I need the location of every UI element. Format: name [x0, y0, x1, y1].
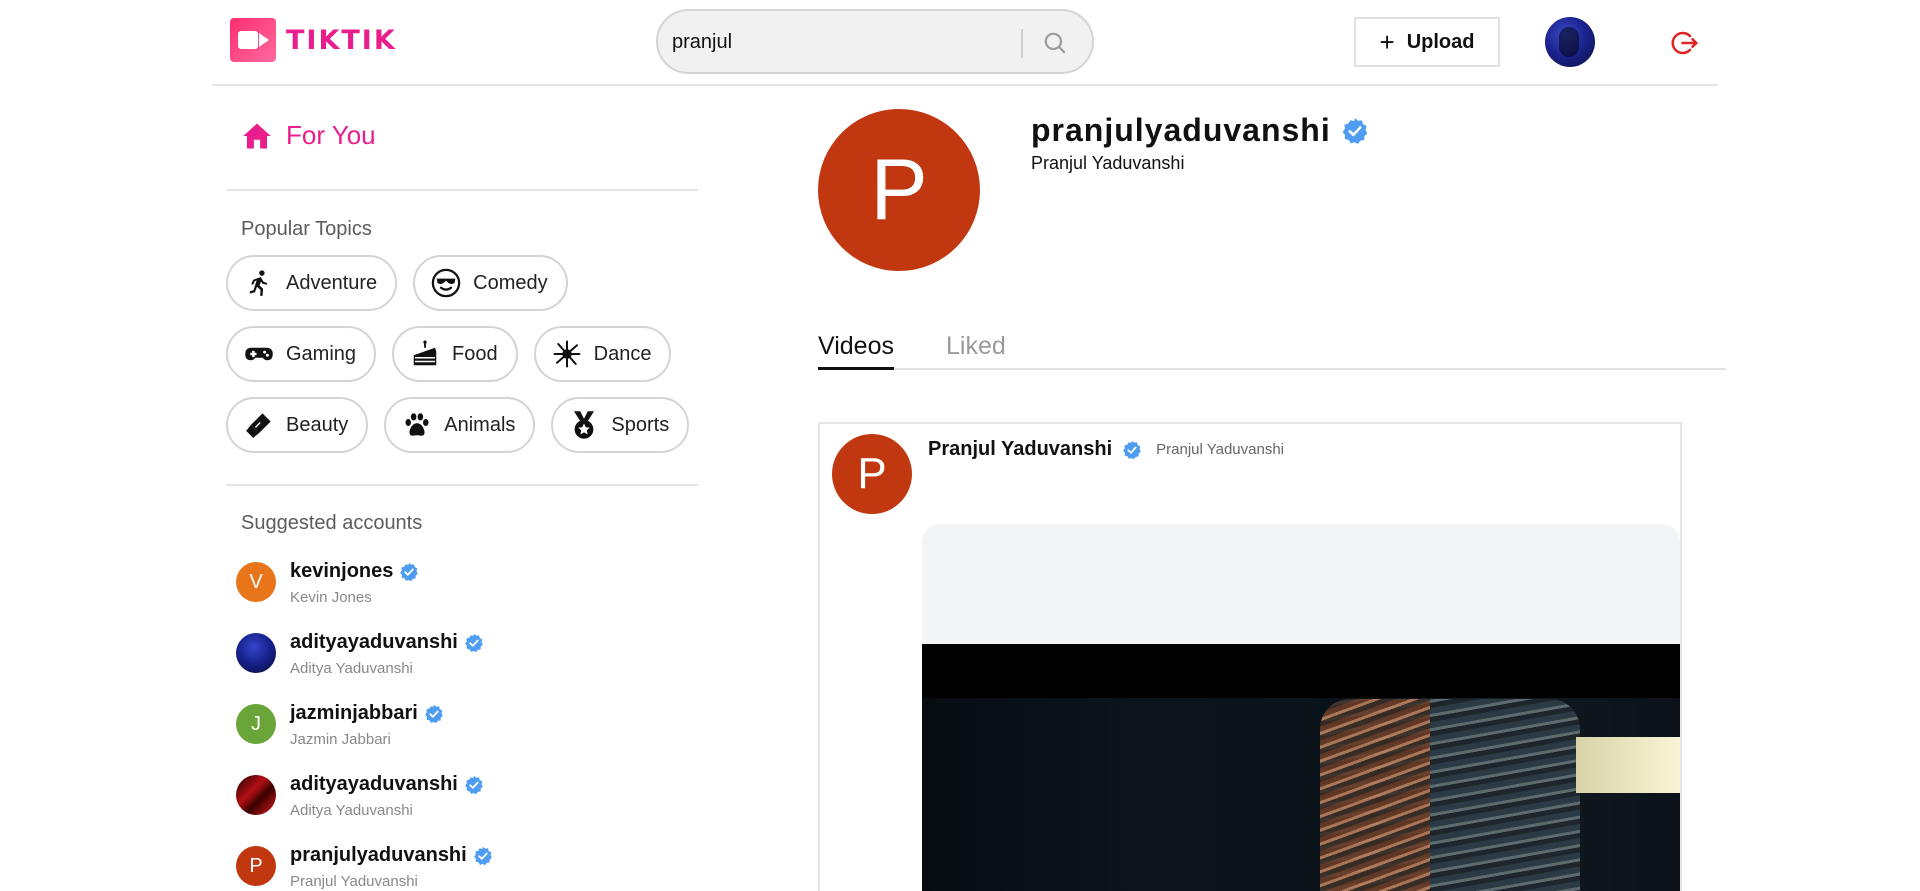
cake-icon	[410, 339, 440, 369]
for-you-link[interactable]: For You	[242, 120, 376, 151]
account-name: Jazmin Jabbari	[290, 731, 391, 748]
topic-label: Adventure	[286, 271, 378, 294]
video-frame-highlight	[1320, 699, 1430, 891]
account-username: jazminjabbari	[290, 702, 418, 724]
verified-icon	[1123, 440, 1141, 459]
upload-label: Upload	[1406, 30, 1475, 53]
topic-label: Beauty	[286, 413, 349, 436]
topics-list: Adventure Comedy Gaming Food Dance Beaut…	[226, 255, 698, 468]
account-name: Aditya Yaduvanshi	[290, 802, 413, 819]
avatar	[236, 633, 276, 673]
search-divider	[1021, 29, 1023, 58]
avatar: J	[236, 704, 276, 744]
avatar: V	[236, 562, 276, 602]
paw-icon	[402, 410, 432, 440]
topic-adventure[interactable]: Adventure	[226, 255, 398, 311]
account-name: Pranjul Yaduvanshi	[290, 873, 418, 890]
account-username: kevinjones	[290, 560, 394, 582]
sidebar: For You Popular Topics Adventure Comedy	[226, 86, 698, 891]
profile-avatar: P	[818, 109, 980, 271]
suggested-account[interactable]: P pranjulyaduvanshi Pranjul Yaduvanshi	[236, 844, 676, 891]
suggested-account[interactable]: V kevinjones Kevin Jones	[236, 560, 676, 631]
topic-label: Gaming	[286, 342, 357, 365]
search-bar	[656, 9, 1094, 74]
suggested-account[interactable]: J jazminjabbari Jazmin Jabbari	[236, 702, 676, 773]
sidebar-divider	[226, 484, 698, 486]
logout-button[interactable]	[1670, 28, 1700, 58]
suggested-account[interactable]: adityayaduvanshi Aditya Yaduvanshi	[236, 631, 676, 702]
upload-button[interactable]: + Upload	[1354, 17, 1500, 67]
topic-label: Comedy	[473, 271, 548, 294]
running-icon	[244, 268, 274, 298]
search-input[interactable]	[672, 21, 1012, 63]
topic-animals[interactable]: Animals	[384, 397, 536, 453]
medal-icon	[569, 410, 599, 440]
lipstick-icon	[244, 410, 274, 440]
video-container	[922, 524, 1680, 891]
account-username: adityayaduvanshi	[290, 631, 458, 653]
logo-camera-icon	[230, 18, 276, 62]
topic-beauty[interactable]: Beauty	[226, 397, 369, 453]
logo-text: TIKTIK	[286, 24, 397, 56]
account-name: Kevin Jones	[290, 589, 372, 606]
topic-label: Sports	[611, 413, 670, 436]
tab-videos[interactable]: Videos	[818, 332, 894, 370]
verified-icon	[424, 704, 443, 723]
post-avatar[interactable]: P	[832, 434, 912, 514]
top-navbar: TIKTIK + Upload	[212, 0, 1718, 86]
sidebar-divider	[226, 189, 698, 191]
topic-label: Food	[452, 342, 498, 365]
post-header: Pranjul Yaduvanshi Pranjul Yaduvanshi	[928, 438, 1284, 461]
account-username: pranjulyaduvanshi	[290, 844, 467, 866]
user-avatar[interactable]	[1545, 17, 1595, 67]
verified-icon	[473, 846, 492, 865]
account-username: adityayaduvanshi	[290, 773, 458, 795]
avatar: P	[236, 846, 276, 886]
profile-username: pranjulyaduvanshi	[1031, 112, 1331, 148]
spiral-icon	[552, 339, 582, 369]
topic-label: Animals	[444, 413, 516, 436]
account-name: Aditya Yaduvanshi	[290, 660, 413, 677]
video-frame-light	[1576, 737, 1680, 793]
logo[interactable]: TIKTIK	[230, 18, 397, 62]
verified-icon	[465, 633, 483, 652]
video-post-card: P Pranjul Yaduvanshi Pranjul Yaduvanshi	[818, 422, 1682, 891]
profile-username-row: pranjulyaduvanshi	[1031, 112, 1369, 149]
topic-comedy[interactable]: Comedy	[413, 255, 568, 311]
sunglasses-face-icon	[431, 268, 461, 298]
video-player[interactable]	[922, 644, 1680, 891]
logout-icon	[1671, 31, 1699, 55]
search-icon	[1044, 32, 1066, 54]
search-button[interactable]	[1035, 25, 1075, 61]
suggested-account[interactable]: adityayaduvanshi Aditya Yaduvanshi	[236, 773, 676, 844]
plus-icon: +	[1379, 27, 1395, 57]
topic-dance[interactable]: Dance	[533, 326, 672, 382]
verified-icon	[465, 775, 483, 794]
profile-display-name: Pranjul Yaduvanshi	[1031, 153, 1185, 173]
verified-icon	[400, 562, 419, 581]
for-you-label: For You	[286, 120, 376, 150]
tab-liked[interactable]: Liked	[946, 332, 1006, 361]
suggested-accounts-list: V kevinjones Kevin Jones adityayaduvansh…	[236, 560, 676, 891]
topic-food[interactable]: Food	[392, 326, 518, 382]
gamepad-icon	[244, 339, 274, 369]
suggested-accounts-title: Suggested accounts	[241, 512, 423, 534]
post-display-name[interactable]: Pranjul Yaduvanshi	[928, 438, 1112, 461]
home-icon	[243, 123, 271, 148]
popular-topics-title: Popular Topics	[241, 218, 372, 240]
avatar	[236, 775, 276, 815]
post-username: Pranjul Yaduvanshi	[1156, 441, 1285, 458]
topic-sports[interactable]: Sports	[551, 397, 690, 453]
topic-gaming[interactable]: Gaming	[226, 326, 377, 382]
verified-icon	[1342, 117, 1368, 144]
topic-label: Dance	[593, 342, 652, 365]
profile-tabs: Videos Liked	[818, 330, 1726, 370]
